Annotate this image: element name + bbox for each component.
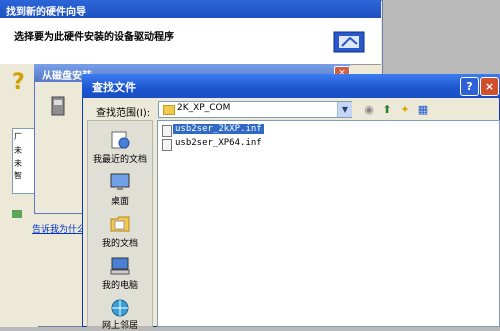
why-important-link[interactable]: 告诉我为什么 <box>32 222 86 235</box>
driver-list-line: 未 <box>14 159 22 168</box>
hardware-wizard-icon <box>333 31 365 53</box>
recent-documents-icon <box>111 131 130 149</box>
help-question-icon: ? <box>12 70 25 95</box>
new-folder-icon[interactable]: ✦ <box>398 103 412 116</box>
chevron-down-icon[interactable]: ▼ <box>337 102 352 117</box>
wizard-title-bar: 找到新的硬件向导 <box>0 0 381 18</box>
file-list <box>157 120 500 327</box>
inf-file-icon <box>162 139 172 151</box>
signed-driver-icon <box>12 210 22 218</box>
inf-file-icon <box>162 125 172 137</box>
views-menu-icon[interactable]: ▦ <box>416 103 430 116</box>
wizard-header: 选择要为此硬件安装的设备驱动程序 <box>0 18 381 65</box>
place-my-documents[interactable]: 我的文档 <box>87 236 153 249</box>
driver-list-line: 厂 <box>14 132 22 141</box>
file-item[interactable]: usb2ser_XP64.inf <box>173 138 264 148</box>
network-places-icon <box>111 299 129 317</box>
look-in-label: 查找范围(I): <box>96 108 151 119</box>
my-computer-icon <box>110 257 130 275</box>
back-icon[interactable]: ◉ <box>362 103 376 116</box>
place-my-computer[interactable]: 我的电脑 <box>87 278 153 291</box>
help-button[interactable]: ? <box>460 77 479 96</box>
desktop-icon <box>110 173 130 190</box>
place-network[interactable]: 网上邻居 <box>87 318 153 331</box>
file-item[interactable]: usb2ser_2kXP.inf <box>173 124 264 134</box>
folder-icon <box>163 105 175 115</box>
wizard-subtitle: 选择要为此硬件安装的设备驱动程序 <box>14 32 174 43</box>
driver-list-line: 智 <box>14 171 22 180</box>
place-recent-documents[interactable]: 我最近的文档 <box>87 152 153 165</box>
up-folder-icon[interactable]: ⬆ <box>380 103 394 116</box>
my-documents-icon <box>110 216 130 232</box>
place-desktop[interactable]: 桌面 <box>87 194 153 207</box>
driver-list-line: 未 <box>14 146 22 155</box>
wizard-left-panel <box>0 64 38 327</box>
look-in-value: 2K_XP_COM <box>177 103 231 113</box>
floppy-drive-icon <box>51 96 65 116</box>
find-dialog-title-bar: 查找文件 <box>82 74 500 98</box>
close-button[interactable]: × <box>480 77 499 96</box>
